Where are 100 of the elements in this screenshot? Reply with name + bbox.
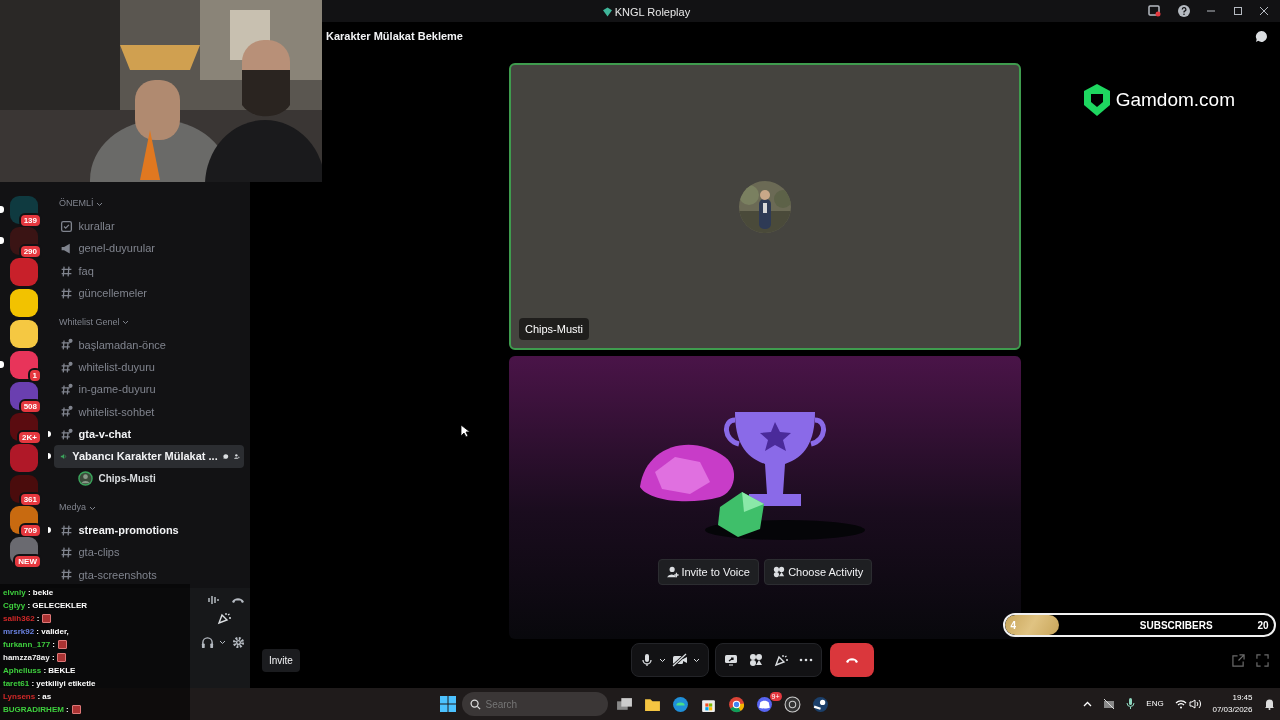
screen-share-icon[interactable] — [723, 653, 738, 667]
channel-item[interactable]: gta-v-chat — [54, 422, 244, 446]
channel-name: gta-clips — [78, 545, 121, 561]
channel-item[interactable]: başlamadan-önce — [54, 333, 244, 357]
settings-icon[interactable] — [231, 636, 245, 649]
volume-icon[interactable] — [1189, 699, 1202, 709]
search-field[interactable]: Search — [461, 692, 608, 716]
hash-icon — [60, 360, 73, 374]
channel-name: whitelist-duyuru — [78, 359, 156, 375]
discord-icon[interactable] — [755, 695, 773, 713]
activity-icon — [773, 566, 786, 578]
chevron-icon — [96, 201, 104, 207]
mention-count: 709 — [18, 522, 42, 538]
browser-icon[interactable] — [671, 695, 689, 713]
chat-message: Cgtyy : GELECEKLER — [3, 599, 87, 612]
hash-icon — [60, 405, 73, 419]
mention-count: 139 — [18, 212, 42, 228]
channel-item[interactable]: whitelist-sohbet — [54, 400, 244, 423]
phone-icon — [845, 655, 860, 665]
category-label[interactable]: ÖNEMLİ — [59, 197, 94, 211]
channel-name: kurallar — [78, 219, 116, 235]
chevron-icon — [88, 505, 96, 511]
choose-activity-button[interactable]: Choose Activity — [764, 559, 873, 585]
logo-text: Gamdom.com — [1115, 87, 1235, 112]
channel-item[interactable]: gta-clips — [54, 541, 244, 564]
soundboard-icon[interactable] — [773, 653, 788, 667]
channel-name: genel-duyurular — [78, 241, 156, 257]
soundboard-icon[interactable] — [216, 611, 231, 625]
chat-message: hamzza78ay : — [3, 651, 55, 664]
activity-icon[interactable] — [748, 653, 763, 667]
channel-name: stream-promotions — [78, 523, 180, 539]
channel-item[interactable]: stream-promotions — [54, 519, 244, 542]
close-icon[interactable] — [1259, 6, 1269, 16]
category-label[interactable]: Medya — [59, 501, 86, 515]
chat-message: mrsrk92 : valider, — [3, 625, 69, 638]
steam-icon[interactable] — [811, 695, 829, 713]
subscriber-count: 4 — [1009, 618, 1018, 633]
avatar-icon — [78, 471, 93, 487]
channel-name: başlamadan-önce — [78, 337, 167, 353]
search-icon — [469, 699, 481, 710]
language-indicator[interactable]: ENG — [1146, 698, 1164, 710]
chat-message: furkann_177 : — [3, 638, 56, 651]
clock-date[interactable]: 07/03/2026 — [1212, 704, 1253, 716]
chat-message: Aphelluss : BEKLE — [3, 664, 76, 677]
invite-button[interactable]: Invite — [262, 648, 300, 672]
chat-message: salih362 : — [3, 612, 40, 625]
invite-voice-button[interactable]: Invite to Voice — [657, 559, 759, 585]
hash-icon — [60, 264, 73, 278]
mention-count: 1 — [27, 367, 42, 383]
channel-item[interactable]: in-game-duyuru — [54, 378, 244, 401]
popout-icon[interactable] — [1232, 654, 1245, 667]
channel-item[interactable]: güncellemeler — [54, 282, 244, 305]
mention-count: 508 — [18, 398, 42, 414]
microphone-icon[interactable] — [639, 653, 654, 667]
logo-icon — [1084, 84, 1111, 116]
participant-name: Chips-Musti — [519, 317, 590, 340]
channel-item[interactable]: gta-screenshots — [54, 563, 244, 587]
hash-icon — [60, 523, 73, 537]
server-icon[interactable] — [10, 319, 38, 348]
windows-icon[interactable] — [440, 696, 456, 712]
channel-item[interactable]: kurallar — [54, 215, 244, 238]
inbox-icon[interactable] — [1148, 5, 1161, 17]
caret-icon[interactable] — [659, 657, 667, 663]
task-view-icon[interactable] — [615, 695, 633, 713]
chat-message: taret61 : yetkiliyi etiketle — [3, 677, 96, 690]
channel-item[interactable]: whitelist-duyuru — [54, 356, 244, 379]
chrome-icon[interactable] — [727, 695, 745, 713]
channel-name: gta-screenshots — [78, 567, 158, 583]
hash-icon — [60, 338, 73, 352]
network-off-icon[interactable] — [1103, 698, 1116, 710]
obs-icon[interactable] — [783, 695, 801, 713]
help-icon[interactable] — [1177, 5, 1190, 17]
fullscreen-icon[interactable] — [1256, 654, 1269, 667]
member-name[interactable]: Chips-Musti — [98, 471, 156, 487]
channel-item[interactable]: faq — [54, 259, 244, 283]
category-label[interactable]: Whitelist Genel — [59, 315, 120, 330]
wifi-icon[interactable] — [1174, 699, 1187, 709]
caret-icon[interactable] — [219, 640, 226, 645]
goal-count: 20 — [1257, 618, 1270, 633]
camera-off-icon[interactable] — [671, 653, 688, 667]
microphone-icon[interactable] — [1126, 698, 1136, 710]
clock-time[interactable]: 19:45 — [1232, 692, 1253, 704]
channel-item[interactable]: genel-duyurular — [54, 237, 244, 260]
chevron-up-icon[interactable] — [1083, 701, 1093, 707]
channel-name: in-game-duyuru — [78, 382, 157, 398]
hash-icon — [60, 546, 73, 560]
bell-icon[interactable] — [1263, 698, 1275, 710]
channel-name: Yabancı Karakter Mülakat ... — [72, 449, 218, 465]
hang-up-button[interactable] — [830, 643, 875, 677]
maximize-icon[interactable] — [1232, 6, 1243, 16]
headset-icon[interactable] — [200, 636, 214, 649]
channel-name: faq — [78, 263, 95, 279]
mention-count: NEW — [13, 553, 42, 569]
mention-count: 361 — [18, 491, 42, 507]
caret-icon[interactable] — [693, 657, 701, 663]
window-title: KNGL Roleplay — [614, 5, 691, 20]
chat-message: elvnly : bekle — [3, 586, 54, 599]
server-icon[interactable] — [10, 288, 38, 317]
goal-label: SUBSCRIBERS — [1138, 618, 1214, 633]
chat-icon[interactable] — [1255, 29, 1268, 43]
